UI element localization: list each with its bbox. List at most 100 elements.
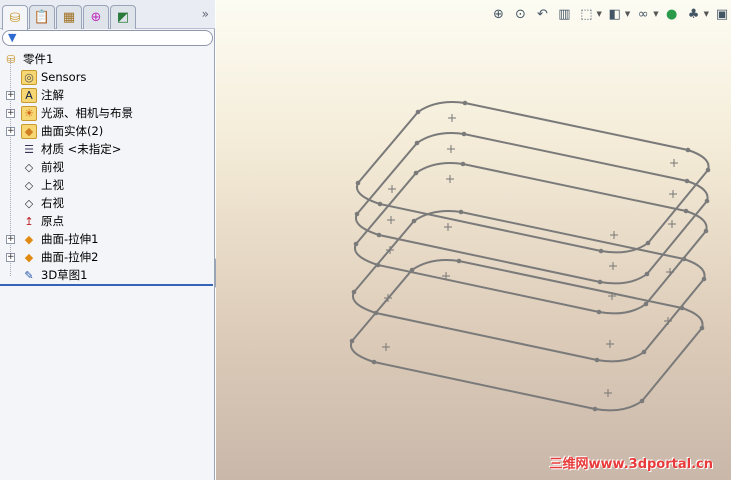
previous-view-icon[interactable]: ↶: [533, 5, 551, 23]
zoom-to-fit-icon[interactable]: ⊕: [489, 5, 507, 23]
sketch-point[interactable]: [643, 301, 649, 307]
sketch-point[interactable]: [594, 357, 600, 363]
sketch-point[interactable]: [685, 147, 691, 153]
sketch-point[interactable]: [701, 276, 707, 282]
tree-item[interactable]: + ◆ 曲面-拉伸1: [0, 230, 213, 248]
sketch-point[interactable]: [592, 406, 598, 412]
sketch-point[interactable]: [641, 349, 647, 355]
expand-button[interactable]: +: [6, 252, 15, 262]
origin-icon: ↥: [24, 214, 34, 228]
sketch-point[interactable]: [462, 100, 468, 106]
sketch-loop[interactable]: [350, 259, 704, 412]
tree-item-label: 光源、相机与布景: [41, 106, 133, 120]
tree-item[interactable]: ◎ Sensors: [0, 68, 213, 86]
arc-center-mark: [382, 343, 390, 351]
dropdown-arrow-icon[interactable]: ▼: [704, 10, 709, 18]
filter-icon: ▼: [8, 31, 17, 44]
dimxpert-tab[interactable]: ⊕: [83, 5, 109, 29]
configuration-manager-tab[interactable]: ▦: [56, 5, 82, 29]
sketch-point[interactable]: [376, 232, 382, 238]
sketch-point[interactable]: [414, 140, 420, 146]
sketch-point[interactable]: [461, 131, 467, 137]
sketch-point[interactable]: [351, 289, 357, 295]
sketch-point[interactable]: [596, 309, 602, 315]
expand-button[interactable]: +: [6, 90, 15, 100]
dropdown-arrow-icon[interactable]: ▼: [653, 10, 658, 18]
sketch-point[interactable]: [598, 248, 604, 254]
sketch-point[interactable]: [684, 178, 690, 184]
tree-item[interactable]: ◇ 上视: [0, 176, 213, 194]
sketch-point[interactable]: [354, 211, 360, 217]
property-manager-tab[interactable]: 📋: [29, 5, 55, 29]
sketch-point[interactable]: [377, 201, 383, 207]
sensors-folder-icon: ◎: [21, 69, 37, 85]
tree-item[interactable]: + ◆ 曲面-拉伸2: [0, 248, 213, 266]
configuration-manager-icon: ▦: [62, 10, 76, 25]
more-tabs-button[interactable]: »: [202, 7, 209, 21]
sketch-point[interactable]: [460, 161, 466, 167]
sketch-loop[interactable]: [352, 210, 706, 363]
sketch-point[interactable]: [699, 325, 705, 331]
sketch-point[interactable]: [703, 228, 709, 234]
tree-item[interactable]: ☰ 材质 <未指定>: [0, 140, 213, 158]
tree-item[interactable]: ✎ 3D草图1: [0, 266, 213, 284]
feature-manager-tab[interactable]: ⛁: [2, 5, 28, 30]
tree-item[interactable]: ◇ 前视: [0, 158, 213, 176]
sketch-point[interactable]: [683, 208, 689, 214]
sketch-point[interactable]: [353, 241, 359, 247]
sketch-point[interactable]: [456, 258, 462, 264]
arc-center-mark: [444, 223, 452, 231]
sketch-point[interactable]: [597, 279, 603, 285]
tree-item-label: 注解: [41, 88, 64, 102]
sketch-point[interactable]: [645, 240, 651, 246]
arc-center-mark: [610, 231, 618, 239]
expand-button[interactable]: +: [6, 234, 15, 244]
sketch-loop[interactable]: [354, 162, 708, 315]
sketch-point[interactable]: [704, 198, 710, 204]
dropdown-arrow-icon[interactable]: ▼: [596, 10, 601, 18]
panel-tabs: ⛁ 📋 ▦ ⊕ ◩ »: [0, 0, 215, 30]
sketch-point[interactable]: [415, 109, 421, 115]
tree-item-label: 曲面实体(2): [41, 124, 104, 138]
zoom-to-area-icon[interactable]: ⊙: [511, 5, 529, 23]
sketch-point[interactable]: [644, 271, 650, 277]
sketch-point[interactable]: [705, 167, 711, 173]
graphics-viewport[interactable]: ⊕ ⊙ ↶ ▥ ⬚ ▼ ◧ ▼ ∞ ▼ ● ♣ ▼ ▣ 三维网www.3dportal.cn: [216, 0, 731, 480]
sketch-point[interactable]: [371, 359, 377, 365]
tree-item[interactable]: ◇ 右视: [0, 194, 213, 212]
arc-center-mark: [446, 175, 454, 183]
section-view-icon[interactable]: ▥: [555, 5, 573, 23]
sketch-point[interactable]: [411, 218, 417, 224]
tree-item-label: 原点: [41, 214, 64, 228]
view-orientation-icon[interactable]: ⬚: [577, 5, 595, 23]
sketch-point[interactable]: [409, 267, 415, 273]
display-style-icon[interactable]: ◧: [606, 5, 624, 23]
sketch-point[interactable]: [679, 305, 685, 311]
expand-button[interactable]: +: [6, 108, 15, 118]
sketch-point[interactable]: [458, 209, 464, 215]
view-settings-icon[interactable]: ▣: [713, 5, 731, 23]
sketch-point[interactable]: [355, 180, 361, 186]
sketch-loop[interactable]: [355, 132, 709, 285]
filter-input[interactable]: ▼: [2, 30, 213, 46]
display-manager-tab[interactable]: ◩: [110, 5, 136, 29]
hide-show-items-icon[interactable]: ∞: [634, 5, 652, 23]
sketch-point[interactable]: [413, 170, 419, 176]
tree-item[interactable]: + A 注解: [0, 86, 213, 104]
tree-item[interactable]: + ☀ 光源、相机与布景: [0, 104, 213, 122]
expand-button[interactable]: +: [6, 126, 15, 136]
tree-item[interactable]: ⛁ 零件1: [0, 50, 213, 68]
display-manager-icon: ◩: [116, 10, 130, 25]
arc-center-mark: [447, 145, 455, 153]
sketch-point[interactable]: [681, 256, 687, 262]
material-icon: ☰: [24, 142, 34, 156]
apply-scene-icon[interactable]: ♣: [685, 5, 703, 23]
sketch-point[interactable]: [349, 338, 355, 344]
dropdown-arrow-icon[interactable]: ▼: [625, 10, 630, 18]
sketch-loop[interactable]: [356, 101, 710, 254]
tree-item[interactable]: ↥ 原点: [0, 212, 213, 230]
tree-item[interactable]: + ◆ 曲面实体(2): [0, 122, 213, 140]
sketch-point[interactable]: [639, 398, 645, 404]
tree-item-label: 右视: [41, 196, 64, 210]
edit-appearance-icon[interactable]: ●: [663, 5, 681, 23]
